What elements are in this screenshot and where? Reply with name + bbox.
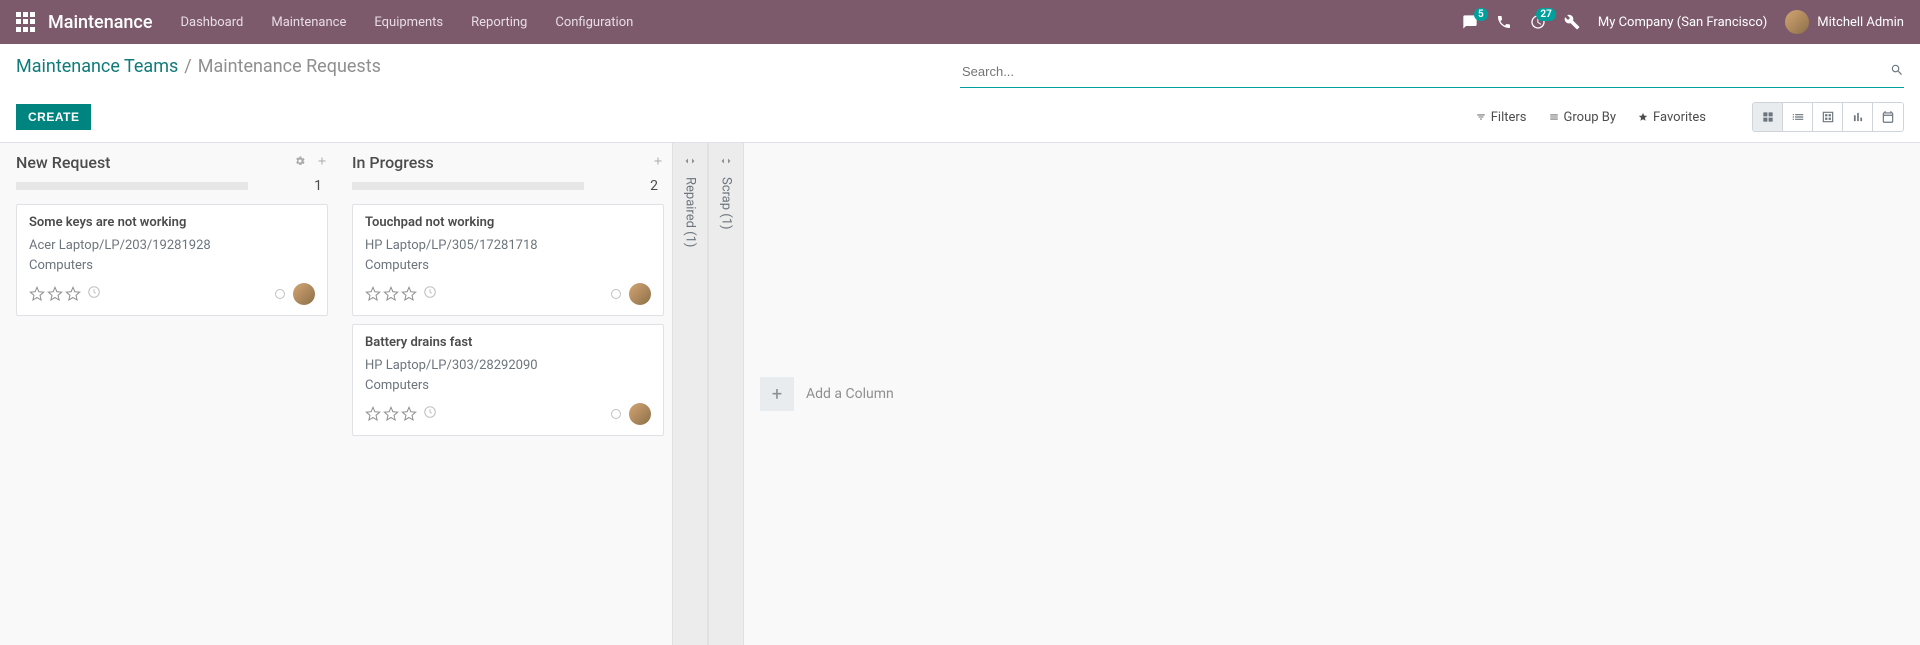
- card-equipment: Acer Laptop/LP/203/19281928: [29, 236, 315, 256]
- chat-icon[interactable]: 5: [1462, 14, 1478, 30]
- card-title: Touchpad not working: [365, 215, 651, 230]
- group-by-button[interactable]: Group By: [1549, 110, 1617, 125]
- nav-reporting[interactable]: Reporting: [471, 15, 527, 30]
- favorites-button[interactable]: Favorites: [1638, 110, 1706, 125]
- filters-button[interactable]: Filters: [1476, 110, 1527, 125]
- view-graph-button[interactable]: [1843, 103, 1873, 131]
- search-bar: [960, 56, 1904, 88]
- create-button[interactable]: CREATE: [16, 104, 91, 130]
- add-column: + Add a Column: [744, 143, 910, 645]
- folded-column-title: Repaired (1): [683, 177, 698, 247]
- user-menu[interactable]: Mitchell Admin: [1785, 10, 1904, 34]
- state-dot-icon[interactable]: [611, 409, 621, 419]
- gear-icon[interactable]: [294, 155, 306, 171]
- kanban-column: In Progress 2 Touchpad not working HP Lapto…: [336, 143, 672, 645]
- add-column-label[interactable]: Add a Column: [806, 386, 894, 402]
- breadcrumb-link[interactable]: Maintenance Teams: [16, 56, 178, 77]
- kanban-column: New Request 1 Some keys are not working Ace…: [0, 143, 336, 645]
- search-icon[interactable]: [1890, 63, 1904, 81]
- column-count: 2: [650, 178, 664, 194]
- add-column-button[interactable]: +: [760, 377, 794, 411]
- state-dot-icon[interactable]: [275, 289, 285, 299]
- breadcrumb-separator: /: [184, 56, 191, 77]
- activity-icon[interactable]: 27: [1530, 14, 1546, 30]
- column-count: 1: [314, 178, 328, 194]
- plus-icon[interactable]: [316, 155, 328, 171]
- state-dot-icon[interactable]: [611, 289, 621, 299]
- user-name: Mitchell Admin: [1817, 15, 1904, 30]
- card-title: Battery drains fast: [365, 335, 651, 350]
- activity-icon[interactable]: [423, 405, 437, 423]
- priority-stars[interactable]: [365, 286, 417, 302]
- nav-configuration[interactable]: Configuration: [555, 15, 633, 30]
- breadcrumb-current: Maintenance Requests: [198, 56, 381, 77]
- kanban-card[interactable]: Some keys are not working Acer Laptop/LP/…: [16, 204, 328, 316]
- control-panel: Maintenance Teams / Maintenance Requests…: [0, 44, 1920, 143]
- kanban-folded-column[interactable]: Scrap (1): [708, 143, 744, 645]
- card-category: Computers: [29, 256, 315, 276]
- assignee-avatar-icon[interactable]: [629, 283, 651, 305]
- kanban-card[interactable]: Battery drains fast HP Laptop/LP/303/2829…: [352, 324, 664, 436]
- nav-maintenance[interactable]: Maintenance: [271, 15, 346, 30]
- view-kanban-button[interactable]: [1753, 103, 1783, 131]
- company-selector[interactable]: My Company (San Francisco): [1598, 15, 1767, 30]
- assignee-avatar-icon[interactable]: [293, 283, 315, 305]
- card-category: Computers: [365, 256, 651, 276]
- kanban-folded-column[interactable]: Repaired (1): [672, 143, 708, 645]
- priority-stars[interactable]: [29, 286, 81, 302]
- progress-bar[interactable]: [352, 182, 584, 190]
- apps-icon[interactable]: [16, 12, 36, 32]
- view-switcher: [1752, 102, 1904, 132]
- debug-icon[interactable]: [1564, 14, 1580, 30]
- card-equipment: HP Laptop/LP/305/17281718: [365, 236, 651, 256]
- activity-badge: 27: [1536, 8, 1555, 21]
- search-input[interactable]: [960, 60, 1890, 83]
- phone-icon[interactable]: [1496, 14, 1512, 30]
- chat-badge: 5: [1474, 8, 1488, 21]
- column-title[interactable]: New Request: [16, 153, 111, 172]
- kanban-card[interactable]: Touchpad not working HP Laptop/LP/305/172…: [352, 204, 664, 316]
- folded-column-title: Scrap (1): [719, 177, 734, 230]
- priority-stars[interactable]: [365, 406, 417, 422]
- activity-icon[interactable]: [423, 285, 437, 303]
- kanban-board: New Request 1 Some keys are not working Ace…: [0, 143, 1920, 645]
- user-avatar-icon: [1785, 10, 1809, 34]
- view-list-button[interactable]: [1783, 103, 1813, 131]
- card-category: Computers: [365, 376, 651, 396]
- nav-menu: Dashboard Maintenance Equipments Reporti…: [180, 15, 633, 30]
- view-calendar-button[interactable]: [1873, 103, 1903, 131]
- card-title: Some keys are not working: [29, 215, 315, 230]
- breadcrumb: Maintenance Teams / Maintenance Requests: [16, 56, 381, 77]
- activity-icon[interactable]: [87, 285, 101, 303]
- card-equipment: HP Laptop/LP/303/28292090: [365, 356, 651, 376]
- nav-equipments[interactable]: Equipments: [374, 15, 443, 30]
- app-brand[interactable]: Maintenance: [48, 12, 152, 33]
- plus-icon[interactable]: [652, 155, 664, 171]
- column-title[interactable]: In Progress: [352, 153, 434, 172]
- assignee-avatar-icon[interactable]: [629, 403, 651, 425]
- top-navbar: Maintenance Dashboard Maintenance Equipm…: [0, 0, 1920, 44]
- view-pivot-button[interactable]: [1813, 103, 1843, 131]
- progress-bar[interactable]: [16, 182, 248, 190]
- nav-dashboard[interactable]: Dashboard: [180, 15, 243, 30]
